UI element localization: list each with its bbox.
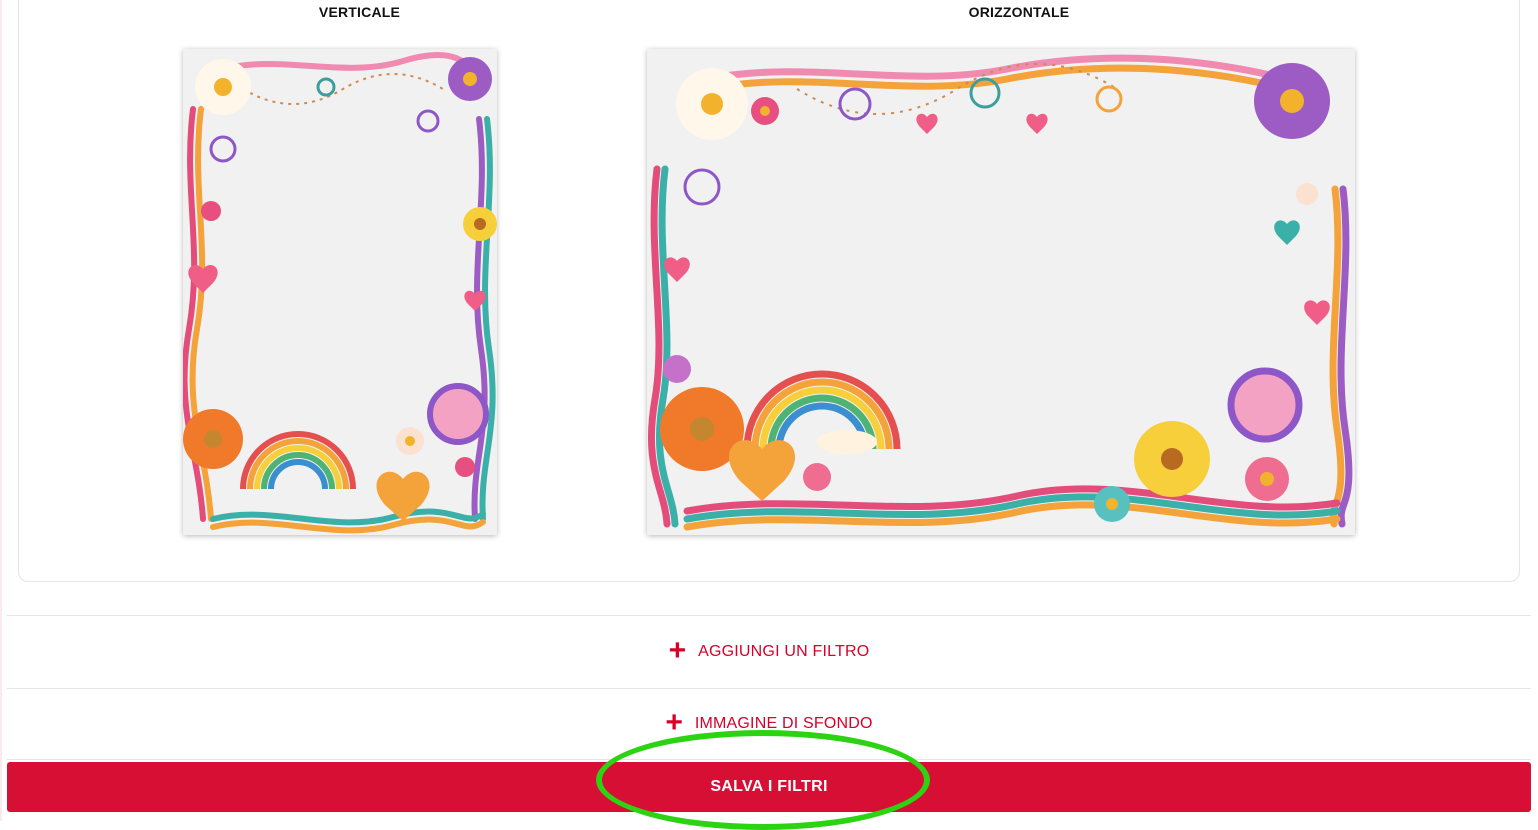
background-image-label: IMMAGINE DI SFONDO [694, 715, 873, 732]
add-filter-label: AGGIUNGI UN FILTRO [698, 642, 870, 660]
plus-icon: + [665, 706, 683, 739]
add-filter-button[interactable]: + AGGIUNGI UN FILTRO [7, 615, 1531, 687]
horizontal-label: ORIZZONTALE [968, 4, 1070, 20]
save-filters-button[interactable]: SALVA I FILTRI [7, 762, 1531, 812]
horizontal-frame-preview [647, 49, 1355, 535]
background-image-button[interactable]: + IMMAGINE DI SFONDO [7, 688, 1531, 760]
plus-icon: + [668, 633, 687, 667]
page-edge [0, 0, 2, 821]
vertical-label: VERTICALE [318, 4, 401, 20]
vertical-frame-preview [183, 49, 497, 535]
